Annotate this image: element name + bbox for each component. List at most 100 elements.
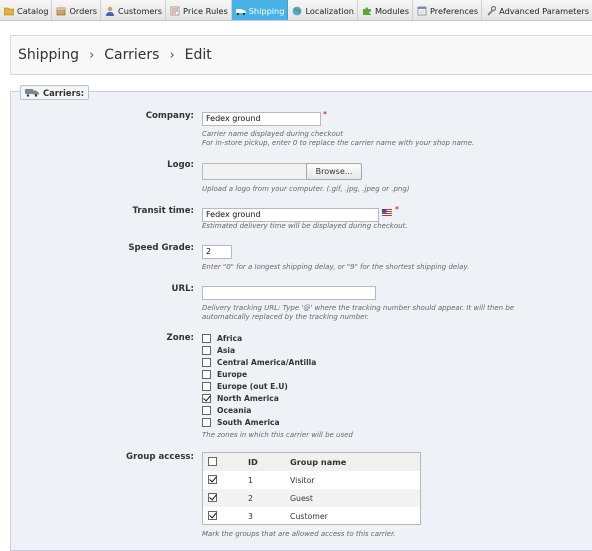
zone-item-label: Europe xyxy=(217,370,248,379)
tab-preferences[interactable]: Preferences xyxy=(413,0,483,20)
group-access-hint: Mark the groups that are allowed access … xyxy=(202,530,396,538)
zone-item-asia[interactable]: Asia xyxy=(202,346,235,355)
group-checkbox[interactable] xyxy=(208,493,217,502)
zone-item-label: North America xyxy=(217,394,279,403)
tab-label: Shipping xyxy=(248,5,285,16)
person-icon xyxy=(105,6,115,16)
zone-checkbox[interactable] xyxy=(202,358,211,367)
folder-icon xyxy=(4,6,14,16)
breadcrumb: Shipping › Carriers › Edit xyxy=(10,35,592,75)
url-hint-line: automatically replaced by the tracking n… xyxy=(202,313,369,321)
zone-checkbox[interactable] xyxy=(202,346,211,355)
tab-price-rules[interactable]: Price Rules xyxy=(166,0,232,20)
tab-label: Modules xyxy=(374,5,409,16)
group-access-label: Group access: xyxy=(126,452,194,462)
tab-shipping[interactable]: Shipping xyxy=(231,0,289,20)
zone-item-label: Africa xyxy=(217,334,243,343)
group-checkbox[interactable] xyxy=(208,475,217,484)
zone-item-label: South America xyxy=(217,418,280,427)
table-row[interactable]: 2 Guest xyxy=(203,489,420,507)
zone-checkbox[interactable] xyxy=(202,370,211,379)
group-checkbox[interactable] xyxy=(208,511,217,520)
browse-button[interactable]: Browse... xyxy=(306,163,362,180)
puzzle-icon xyxy=(362,6,372,16)
company-hint: Carrier name displayed during checkout F… xyxy=(202,130,522,148)
speed-grade-input[interactable]: 2 xyxy=(202,245,232,259)
zone-item-europe-out-eu[interactable]: Europe (out E.U) xyxy=(202,382,288,391)
tab-label: Localization xyxy=(305,5,354,16)
tab-label: Orders xyxy=(69,5,97,16)
form-legend: Carriers: xyxy=(20,85,90,100)
tab-advanced-parameters[interactable]: Advanced Parameters xyxy=(482,0,592,20)
company-input[interactable]: Fedex ground xyxy=(202,112,321,126)
required-mark: * xyxy=(395,205,399,214)
breadcrumb-item-edit: Edit xyxy=(184,47,212,63)
settings-page-icon xyxy=(417,6,427,16)
truck-icon xyxy=(25,88,39,97)
zone-checkbox[interactable] xyxy=(202,382,211,391)
company-hint-line: For in-store pickup, enter 0 to replace … xyxy=(202,139,475,147)
tab-label: Customers xyxy=(118,5,163,16)
wrench-icon xyxy=(486,5,497,16)
globe-icon xyxy=(292,6,302,16)
legend-label: Carriers: xyxy=(43,87,85,98)
group-id: 3 xyxy=(248,511,253,521)
transit-time-label: Transit time: xyxy=(132,206,194,216)
company-hint-line: Carrier name displayed during checkout xyxy=(202,130,343,138)
breadcrumb-item-carriers[interactable]: Carriers xyxy=(104,47,159,63)
zone-hint: The zones in which this carrier will be … xyxy=(202,431,353,439)
speed-grade-label: Speed Grade: xyxy=(128,243,194,253)
select-all-checkbox[interactable] xyxy=(208,457,217,466)
group-name: Guest xyxy=(290,493,313,503)
required-mark: * xyxy=(323,110,327,119)
url-input[interactable] xyxy=(202,286,376,300)
url-hint: Delivery tracking URL: Type '@' where th… xyxy=(202,304,522,322)
logo-hint: Upload a logo from your computer. (.gif,… xyxy=(202,185,410,193)
tab-label: Price Rules xyxy=(183,5,228,16)
transit-time-input[interactable]: Fedex ground xyxy=(202,208,379,222)
speed-grade-hint: Enter "0" for a longest shipping delay, … xyxy=(202,263,470,271)
tab-catalog[interactable]: Catalog xyxy=(0,0,53,20)
table-row[interactable]: 1 Visitor xyxy=(203,471,420,489)
tab-orders[interactable]: Orders xyxy=(52,0,101,20)
zone-item-oceania[interactable]: Oceania xyxy=(202,406,251,415)
zone-item-label: Europe (out E.U) xyxy=(217,382,288,391)
zone-item-north-america[interactable]: North America xyxy=(202,394,279,403)
tab-modules[interactable]: Modules xyxy=(358,0,413,20)
group-table: ID Group name 1 Visitor 2 Guest 3 Custom… xyxy=(202,452,421,525)
tag-icon xyxy=(170,6,180,16)
chevron-right-icon: › xyxy=(89,47,95,63)
tab-label: Preferences xyxy=(429,5,479,16)
group-id: 2 xyxy=(248,493,253,503)
breadcrumb-item-shipping[interactable]: Shipping xyxy=(18,47,79,63)
truck-icon xyxy=(235,6,246,16)
url-hint-line: Delivery tracking URL: Type '@' where th… xyxy=(202,304,515,312)
table-row[interactable]: 3 Customer xyxy=(203,507,420,525)
tab-localization[interactable]: Localization xyxy=(288,0,358,20)
group-id: 1 xyxy=(248,475,253,485)
zone-checkbox[interactable] xyxy=(202,406,211,415)
chevron-right-icon: › xyxy=(169,47,175,63)
table-header-row: ID Group name xyxy=(203,453,420,471)
logo-label: Logo: xyxy=(167,160,194,170)
transit-time-hint: Estimated delivery time will be displaye… xyxy=(202,222,408,230)
zone-item-europe[interactable]: Europe xyxy=(202,370,247,379)
box-icon xyxy=(56,6,66,16)
tab-label: Advanced Parameters xyxy=(499,5,590,16)
zone-item-label: Central America/Antilla xyxy=(217,358,317,367)
zone-label: Zone: xyxy=(166,333,194,343)
top-navigation: Catalog Orders Customers Price Rules Shi… xyxy=(0,0,592,21)
tab-customers[interactable]: Customers xyxy=(101,0,167,20)
zone-item-central-america[interactable]: Central America/Antilla xyxy=(202,358,316,367)
zone-item-africa[interactable]: Africa xyxy=(202,334,242,343)
zone-checkbox[interactable] xyxy=(202,418,211,427)
company-label: Company: xyxy=(145,111,194,121)
zone-checkbox[interactable] xyxy=(202,334,211,343)
us-flag-icon[interactable] xyxy=(382,209,392,216)
group-name: Visitor xyxy=(290,475,315,485)
zone-item-south-america[interactable]: South America xyxy=(202,418,280,427)
tab-label: Catalog xyxy=(17,5,49,16)
logo-file-field[interactable] xyxy=(202,163,307,180)
zone-checkbox[interactable] xyxy=(202,394,211,403)
group-name: Customer xyxy=(290,511,328,521)
